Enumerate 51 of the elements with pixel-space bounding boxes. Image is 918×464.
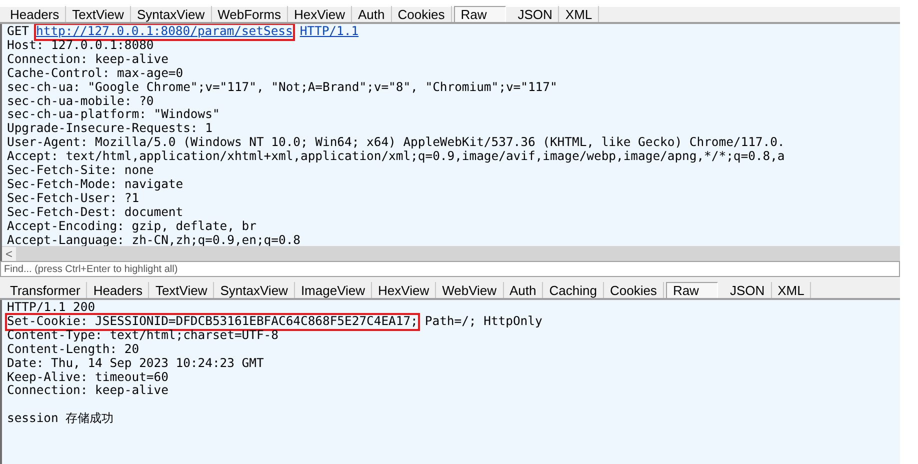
header-line: Accept-Encoding: gzip, deflate, br xyxy=(7,220,256,234)
tab[interactable]: Auth xyxy=(352,6,392,22)
request-method: GET xyxy=(7,25,30,39)
tab[interactable]: ImageView xyxy=(294,282,372,298)
tab[interactable]: Raw xyxy=(666,282,718,298)
tab[interactable]: JSON xyxy=(512,6,560,22)
tab[interactable]: Headers xyxy=(4,6,66,22)
tab[interactable]: HexView xyxy=(372,282,436,298)
header-line: Cache-Control: max-age=0 xyxy=(7,66,184,81)
header-line: Host: 127.0.0.1:8080 xyxy=(7,38,154,53)
header-line: Content-Length: 20 xyxy=(7,342,140,357)
header-line: Sec-Fetch-Mode: navigate xyxy=(7,178,184,192)
header-line: Upgrade-Insecure-Requests: 1 xyxy=(7,122,212,136)
tab[interactable]: XML xyxy=(559,6,600,22)
header-line: Sec-Fetch-Dest: document xyxy=(7,206,184,220)
tab[interactable]: XML xyxy=(772,282,812,298)
tab[interactable]: Auth xyxy=(504,282,544,298)
tab[interactable]: HexView xyxy=(288,6,352,22)
tab[interactable]: Raw xyxy=(454,6,506,22)
tab[interactable]: Cookies xyxy=(604,282,664,298)
tab[interactable]: TextView xyxy=(149,282,214,298)
tab[interactable]: Cookies xyxy=(392,6,452,22)
tab[interactable]: SyntaxView xyxy=(130,6,212,22)
response-body: session 存储成功 xyxy=(7,412,114,426)
header-line: User-Agent: Mozilla/5.0 (Windows NT 10.0; Win64; x64) AppleWebKit/537.36 (KHTML, like Gecko) Chrome/117.0. xyxy=(7,136,785,150)
header-line: Sec-Fetch-User: ?1 xyxy=(7,192,140,206)
tab[interactable]: JSON xyxy=(724,282,772,298)
tab[interactable]: TextView xyxy=(66,6,131,22)
tab[interactable]: SyntaxView xyxy=(214,282,295,298)
header-line: sec-ch-ua-platform: "Windows" xyxy=(7,108,220,122)
header-line: Path=/; HttpOnly xyxy=(424,314,542,329)
header-line: Connection: keep-alive xyxy=(7,52,168,67)
header-line: Accept-Language: zh-CN,zh;q=0.9,en;q=0.8 xyxy=(7,234,300,246)
header-line: Accept: text/html,application/xhtml+xml,application/xml;q=0.9,image/avif,image/webp,image/apng,*/*;q=0.8,a xyxy=(7,150,785,164)
header-line: sec-ch-ua: "Google Chrome";v="117", "Not;A=Brand";v="8", "Chromium";v="117" xyxy=(7,80,558,95)
header-line: Content-Type: text/html;charset=UTF-8 xyxy=(7,328,278,343)
header-line: Connection: keep-alive xyxy=(7,384,168,398)
find-field[interactable]: Find... (press Ctrl+Enter to highlight all) xyxy=(0,261,900,277)
header-line: Set-Cookie: JSESSIONID=DFDCB53161EBFAC64C868F5E27C4EA17; xyxy=(7,314,418,329)
request-url-link[interactable]: http://127.0.0.1:8080/param/setSess xyxy=(36,25,293,39)
header-line: Sec-Fetch-Site: none xyxy=(7,164,154,178)
tab[interactable]: WebView xyxy=(436,282,504,298)
tab[interactable]: Transformer xyxy=(4,282,88,298)
header-line: HTTP/1.1 200 xyxy=(7,301,96,315)
header-line: Keep-Alive: timeout=60 xyxy=(7,370,168,384)
http-version-link[interactable]: HTTP/1.1 xyxy=(300,25,359,39)
tab[interactable]: Caching xyxy=(543,282,604,298)
header-line: sec-ch-ua-mobile: ?0 xyxy=(7,94,154,108)
tab[interactable]: WebForms xyxy=(212,6,288,22)
header-line: Date: Thu, 14 Sep 2023 10:24:23 GMT xyxy=(7,356,264,371)
tab[interactable]: Headers xyxy=(87,282,150,298)
